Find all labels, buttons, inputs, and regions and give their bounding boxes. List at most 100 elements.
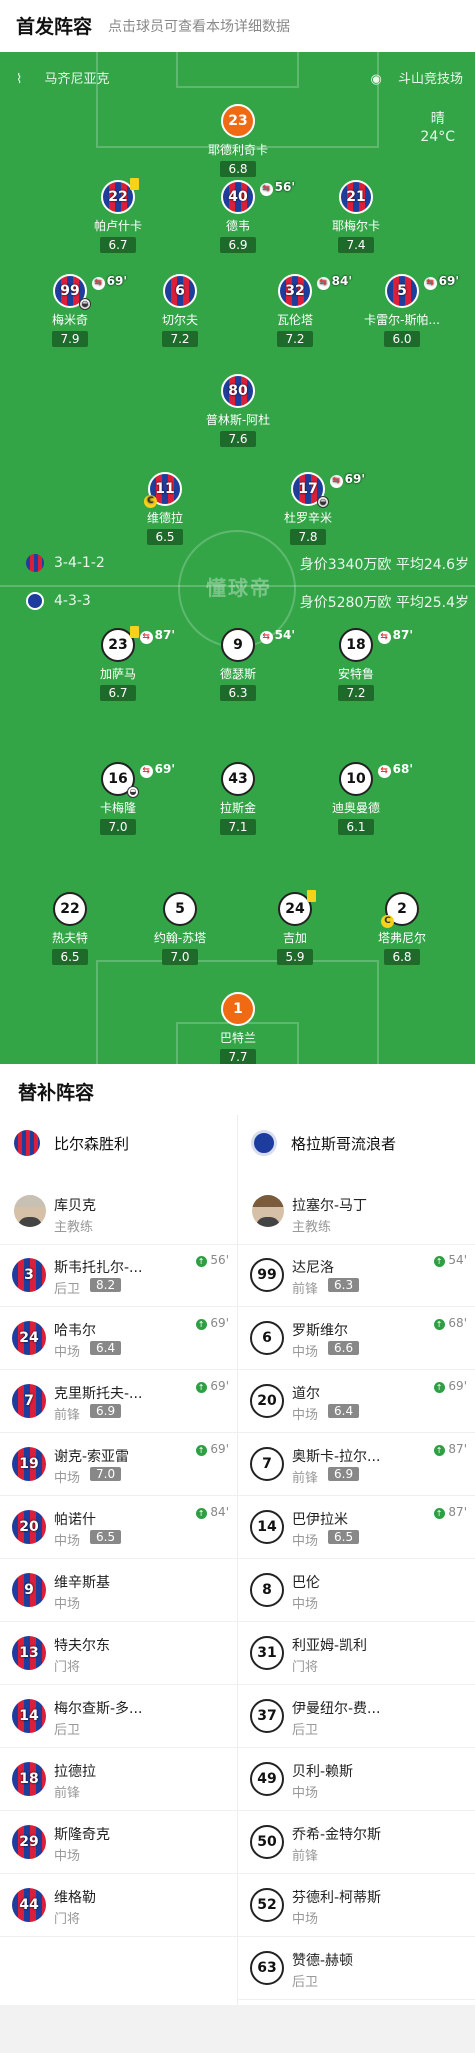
player-name: 卡梅隆	[99, 801, 136, 815]
player-rating: 6.1	[338, 819, 374, 835]
sub-rating: 6.5	[328, 1530, 360, 1544]
sub-position: 中场	[54, 1849, 81, 1864]
player-away-8[interactable]: 24 吉加 5.9	[250, 890, 340, 965]
player-away-2[interactable]: 18 ⇆ 87' 安特鲁 7.2	[311, 628, 413, 701]
sub-number: 52	[250, 1888, 284, 1922]
player-shirt: 23	[221, 104, 255, 138]
player-away-3[interactable]: 16 ⇆ 69' ◒ 卡梅隆 7.0	[73, 762, 175, 835]
player-home-1[interactable]: 22 帕卢什卡 6.7	[73, 178, 163, 253]
sub-player-row[interactable]: 24 哈韦尔 中场 6.4 ↑ 69'	[0, 1308, 237, 1370]
sub-off-icon: ⇆	[316, 277, 330, 290]
player-home-8[interactable]: 80 普林斯-阿杜 7.6	[193, 374, 283, 447]
sub-name: 斯韦托扎尔-...	[54, 1260, 143, 1276]
sub-player-row[interactable]: 14 梅尔查斯-多... 后卫	[0, 1686, 237, 1748]
sub-number: 7	[12, 1384, 46, 1418]
player-rating: 6.0	[384, 331, 420, 347]
player-home-7[interactable]: 5 ⇆ 69' 卡雷尔-斯帕... 6.0	[357, 274, 459, 347]
sub-name: 维辛斯基	[54, 1575, 110, 1591]
sub-name: 道尔	[292, 1386, 320, 1402]
weather-condition: 晴	[430, 111, 445, 127]
player-name: 巴特兰	[219, 1031, 256, 1045]
player-away-10[interactable]: 1 巴特兰 7.7	[193, 992, 283, 1064]
player-rating: 7.2	[277, 331, 313, 347]
home-crest-icon	[14, 1130, 40, 1156]
player-away-5[interactable]: 10 ⇆ 68' 迪奥曼德 6.1	[311, 762, 413, 835]
sub-on-icon: ↑	[433, 1508, 445, 1519]
top-goal-box	[176, 52, 299, 88]
page-title: 首发阵容	[16, 16, 93, 38]
sub-player-row[interactable]: 8 巴伦 中场	[238, 1560, 475, 1622]
sub-position: 前锋	[54, 1786, 81, 1801]
player-rating: 6.8	[220, 161, 256, 177]
player-away-0[interactable]: 23 ⇆ 87' 加萨马 6.7	[73, 626, 175, 701]
player-rating: 7.2	[162, 331, 198, 347]
player-home-5[interactable]: 6 切尔夫 7.2	[135, 274, 225, 347]
home-coach[interactable]: 库贝克 主教练	[0, 1183, 237, 1245]
sub-player-row[interactable]: 19 谢克-索亚雷 中场 7.0 ↑ 69'	[0, 1434, 237, 1496]
player-home-10[interactable]: 17 ⇆ 69' ◒ 杜罗辛米 7.8	[263, 472, 365, 545]
player-away-9[interactable]: 2C 塔弗尼尔 6.8	[357, 892, 447, 965]
sub-player-row[interactable]: 6 罗斯维尔 中场 6.6 ↑ 68'	[238, 1308, 475, 1370]
player-rating: 7.7	[220, 1049, 256, 1064]
sub-number: 6	[250, 1321, 284, 1355]
player-home-0[interactable]: 23 耶德利奇卡 6.8	[193, 104, 283, 177]
sub-on-icon: ↑	[195, 1508, 207, 1519]
sub-number: 20	[12, 1510, 46, 1544]
sub-player-row[interactable]: 29 斯隆奇克 中场	[0, 1812, 237, 1874]
player-shirt: 1	[221, 992, 255, 1026]
sub-number: 63	[250, 1951, 284, 1985]
sub-player-row[interactable]: 44 维格勒 门将	[0, 1875, 237, 1937]
player-shirt: 80	[221, 374, 255, 408]
player-shirt: 32 ⇆ 84'	[278, 274, 352, 308]
sub-on-minute: ↑ 56'	[195, 1253, 229, 1267]
sub-on-minute: ↑ 87'	[433, 1442, 467, 1456]
player-rating: 7.6	[220, 431, 256, 447]
sub-player-row[interactable]: 9 维辛斯基 中场	[0, 1560, 237, 1622]
sub-player-row[interactable]: 7 奥斯卡-拉尔... 前锋 6.9 ↑ 87'	[238, 1434, 475, 1496]
sub-on-minute: ↑ 87'	[433, 1505, 467, 1519]
away-coach[interactable]: 拉塞尔-马丁 主教练	[238, 1183, 475, 1245]
away-formation: 4-3-3	[26, 592, 91, 610]
sub-number: 9	[12, 1573, 46, 1607]
sub-off-badge: ⇆ 84'	[316, 274, 352, 290]
player-shirt: 99 ⇆ 69' ◒	[53, 274, 127, 310]
player-shirt: 17 ⇆ 69' ◒	[291, 472, 365, 508]
player-rating: 7.2	[338, 685, 374, 701]
sub-player-row[interactable]: 7 克里斯托夫-... 前锋 6.9 ↑ 69'	[0, 1371, 237, 1433]
player-name: 德瑟斯	[219, 667, 256, 681]
sub-player-row[interactable]: 14 巴伊拉米 中场 6.5 ↑ 87'	[238, 1497, 475, 1559]
sub-player-row[interactable]: 20 帕诺什 中场 6.5 ↑ 84'	[0, 1497, 237, 1559]
sub-position: 中场	[292, 1912, 319, 1927]
player-away-1[interactable]: 9 ⇆ 54' 德瑟斯 6.3	[193, 628, 295, 701]
sub-player-row[interactable]: 63 赞德-赫顿 后卫	[238, 1938, 475, 2000]
player-away-4[interactable]: 43 拉斯金 7.1	[193, 762, 283, 835]
sub-player-row[interactable]: 49 贝利-赖斯 中场	[238, 1749, 475, 1811]
sub-player-row[interactable]: 52 芬德利-柯蒂斯 中场	[238, 1875, 475, 1937]
sub-number: 8	[250, 1573, 284, 1607]
player-away-7[interactable]: 5 约翰-苏塔 7.0	[135, 892, 225, 965]
coach-name: 拉塞尔-马丁	[292, 1198, 368, 1214]
player-rating: 7.0	[100, 819, 136, 835]
player-home-4[interactable]: 99 ⇆ 69' ◒ 梅米奇 7.9	[25, 274, 127, 347]
sub-player-row[interactable]: 37 伊曼纽尔-费... 后卫	[238, 1686, 475, 1748]
player-shirt: 6	[163, 274, 197, 308]
venue-stadium: ◉ 斗山竞技场	[370, 72, 464, 87]
sub-player-row[interactable]: 31 利亚姆-凯利 门将	[238, 1623, 475, 1685]
player-home-3[interactable]: 21 耶梅尔卡 7.4	[311, 180, 401, 253]
player-away-6[interactable]: 22 热夫特 6.5	[25, 892, 115, 965]
sub-off-icon: ⇆	[377, 765, 391, 778]
sub-player-row[interactable]: 99 达尼洛 前锋 6.3 ↑ 54'	[238, 1245, 475, 1307]
player-home-2[interactable]: 40 ⇆ 56' 德韦 6.9	[193, 180, 295, 253]
sub-player-row[interactable]: 50 乔希-金特尔斯 前锋	[238, 1812, 475, 1874]
sub-player-row[interactable]: 20 道尔 中场 6.4 ↑ 69'	[238, 1371, 475, 1433]
sub-on-icon: ↑	[433, 1256, 445, 1267]
player-name: 约翰-苏塔	[153, 931, 207, 945]
player-home-6[interactable]: 32 ⇆ 84' 瓦伦塔 7.2	[250, 274, 352, 347]
player-home-9[interactable]: 11 C 维德拉 6.5	[120, 472, 210, 545]
sub-player-row[interactable]: 3 斯韦托扎尔-... 后卫 8.2 ↑ 56'	[0, 1245, 237, 1307]
home-team-head: 比尔森胜利	[14, 1130, 129, 1156]
sub-player-row[interactable]: 13 特夫尔东 门将	[0, 1623, 237, 1685]
sub-player-row[interactable]: 18 拉德拉 前锋	[0, 1749, 237, 1811]
player-rating: 7.4	[338, 237, 374, 253]
sub-rating: 7.0	[90, 1467, 122, 1481]
